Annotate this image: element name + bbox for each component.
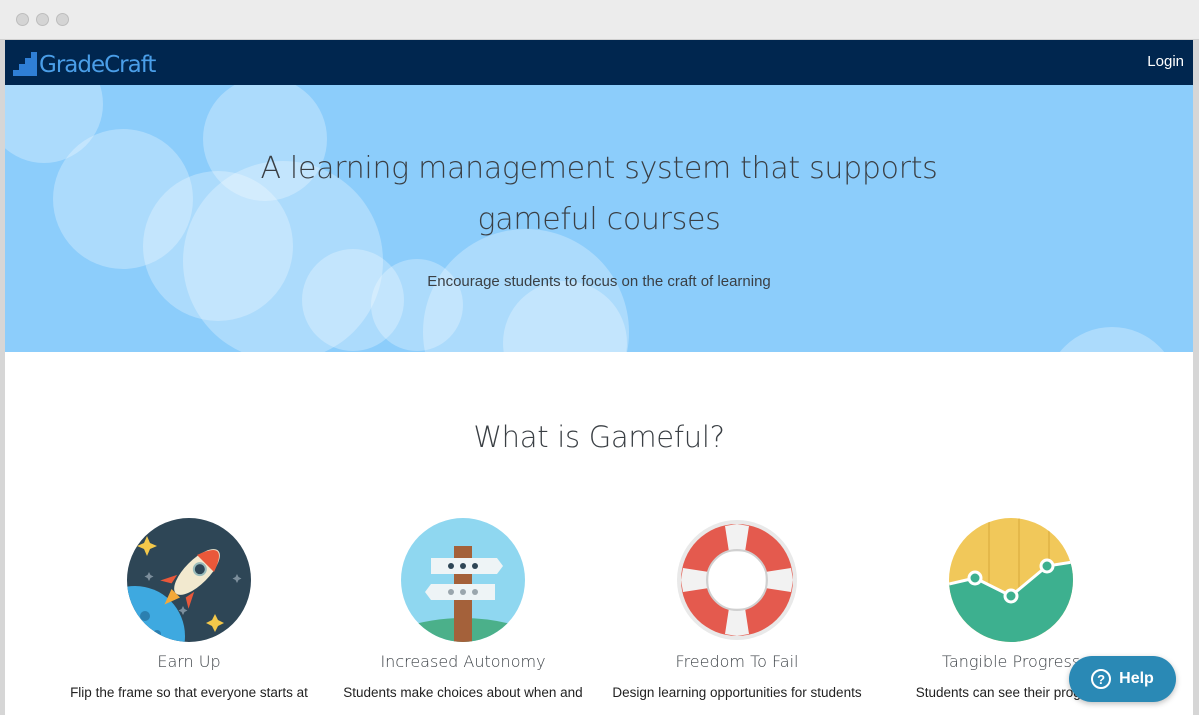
hero-title: A learning management system that suppor… xyxy=(260,151,938,237)
login-link[interactable]: Login xyxy=(1147,53,1184,70)
feature-title: Freedom To Fail xyxy=(675,652,799,671)
hero-banner: A learning management system that suppor… xyxy=(5,85,1193,352)
feature-title: Increased Autonomy xyxy=(380,652,546,671)
hero-bubble xyxy=(1045,327,1179,352)
web-page: GradeCraft Login A learning management s… xyxy=(5,40,1193,715)
feature-increased-autonomy: Increased Autonomy Students make choices… xyxy=(328,518,598,703)
feature-description: Students make choices about when and xyxy=(343,685,583,700)
close-window-button[interactable] xyxy=(16,13,29,26)
maximize-window-button[interactable] xyxy=(56,13,69,26)
feature-freedom-to-fail: Freedom To Fail Design learning opportun… xyxy=(602,518,872,703)
minimize-window-button[interactable] xyxy=(36,13,49,26)
feature-description: Design learning opportunities for studen… xyxy=(612,685,862,700)
chart-icon xyxy=(949,518,1073,642)
feature-earn-up: Earn Up Flip the frame so that everyone … xyxy=(54,518,324,703)
gradecraft-logo[interactable]: GradeCraft xyxy=(11,48,156,78)
question-icon: ? xyxy=(1091,669,1112,689)
section-title: What is Gameful? xyxy=(473,420,725,454)
help-button[interactable]: ? Help xyxy=(1069,656,1176,702)
signpost-icon xyxy=(401,518,525,642)
rocket-icon xyxy=(127,518,251,642)
logo-text: GradeCraft xyxy=(39,52,156,78)
feature-description: Flip the frame so that everyone starts a… xyxy=(70,685,308,700)
top-navbar: GradeCraft Login xyxy=(5,40,1193,85)
window-titlebar xyxy=(0,0,1199,40)
hero-subtitle: Encourage students to focus on the craft… xyxy=(427,273,771,290)
feature-title: Earn Up xyxy=(157,652,221,671)
help-label: Help xyxy=(1119,670,1154,687)
lifebuoy-icon xyxy=(675,518,799,642)
